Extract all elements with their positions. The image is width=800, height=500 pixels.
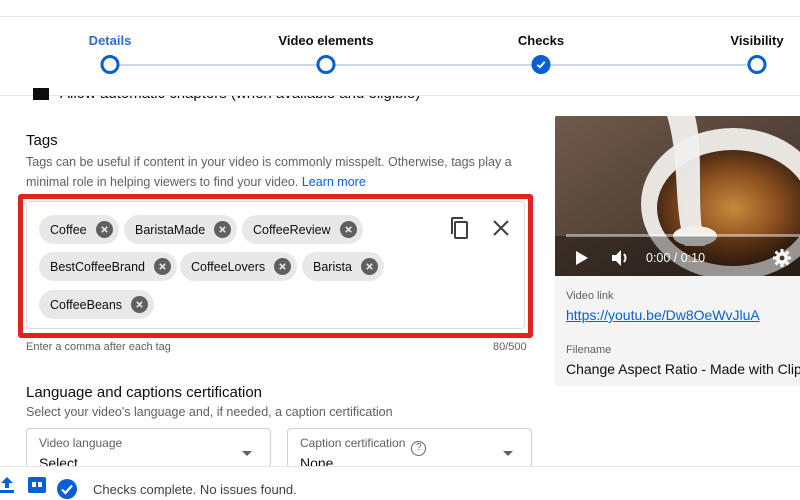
tag-chip-label: BaristaMade [135,222,206,237]
top-divider [0,16,800,17]
remove-tag-icon[interactable] [274,258,292,275]
step-connector [110,64,757,66]
step-video-elements-label[interactable]: Video elements [278,33,373,48]
dropdown-arrow-icon [503,451,513,456]
filename-label: Filename [566,344,612,356]
tags-description: Tags can be useful if content in your vi… [26,152,516,192]
tag-chip-label: Barista [313,259,352,274]
remove-tag-icon[interactable] [153,258,171,275]
upload-icon[interactable] [0,477,14,498]
remove-tag-icon[interactable] [131,296,149,313]
tag-chip-label: BestCoffeeBrand [50,259,145,274]
play-icon[interactable] [576,251,588,270]
tag-hint: Enter a comma after each tag [26,341,171,353]
caption-certification-label: Caption certification? [300,436,427,456]
video-time: 0:00 / 0:10 [646,251,706,265]
tag-chip[interactable]: Coffee [39,215,119,244]
checkmark-icon [536,61,546,69]
footer-status-bar: Checks complete. No issues found. [0,466,800,500]
learn-more-link[interactable]: Learn more [302,175,366,189]
step-visibility-label[interactable]: Visibility [730,33,783,48]
tag-chip[interactable]: BaristaMade [124,215,238,244]
remove-tag-icon[interactable] [339,221,357,238]
language-section-title: Language and captions certification [26,384,263,401]
tags-title: Tags [26,132,58,149]
hd-icon[interactable] [28,477,46,498]
gear-icon[interactable] [773,249,791,272]
tag-character-count: 80/500 [493,341,527,353]
remove-tag-icon[interactable] [214,221,232,238]
tag-chip[interactable]: Barista [302,252,384,281]
dropdown-arrow-icon [242,451,252,456]
tag-chip[interactable]: CoffeeReview [242,215,363,244]
automatic-chapters-checkbox[interactable] [33,88,49,96]
step-visibility-dot[interactable] [747,55,767,74]
video-info-panel: Video link https://youtu.be/Dw8OeWvJluA … [555,276,800,386]
video-link[interactable]: https://youtu.be/Dw8OeWvJluA [566,307,760,323]
video-language-select[interactable]: Video language Select [26,428,271,468]
tags-description-text: Tags can be useful if content in your vi… [26,155,512,189]
remove-tag-icon[interactable] [360,258,378,275]
tag-chip-label: CoffeeBeans [50,297,123,312]
step-video-elements-dot[interactable] [316,55,336,74]
close-icon[interactable] [491,218,511,238]
step-details-dot[interactable] [100,55,120,74]
video-progress-bar[interactable] [566,234,800,237]
video-language-label: Video language [39,436,123,450]
caption-certification-text: Caption certification [300,436,406,450]
tag-chip-label: CoffeeLovers [191,259,266,274]
help-icon[interactable]: ? [411,441,427,456]
video-link-label: Video link [566,290,614,302]
remove-tag-icon[interactable] [95,221,113,238]
stepper-front: Details Video elements Checks Visibility [0,0,800,97]
tag-chip[interactable]: BestCoffeeBrand [39,252,177,281]
step-checks-label[interactable]: Checks [518,33,564,48]
checks-complete-icon[interactable] [57,479,77,500]
checks-status-text: Checks complete. No issues found. [93,482,297,497]
tag-chip[interactable]: CoffeeBeans [39,290,155,319]
caption-certification-select[interactable]: Caption certification? None [287,428,532,468]
language-section-description: Select your video's language and, if nee… [26,405,393,419]
volume-icon[interactable] [611,249,631,272]
step-details-label[interactable]: Details [89,33,132,48]
tag-chip-label: CoffeeReview [253,222,331,237]
tag-chip-label: Coffee [50,222,87,237]
step-checks-dot[interactable] [531,55,551,74]
copy-icon[interactable] [448,216,470,240]
filename-value: Change Aspect Ratio - Made with Clip [566,361,800,377]
tag-chip[interactable]: CoffeeLovers [180,252,298,281]
